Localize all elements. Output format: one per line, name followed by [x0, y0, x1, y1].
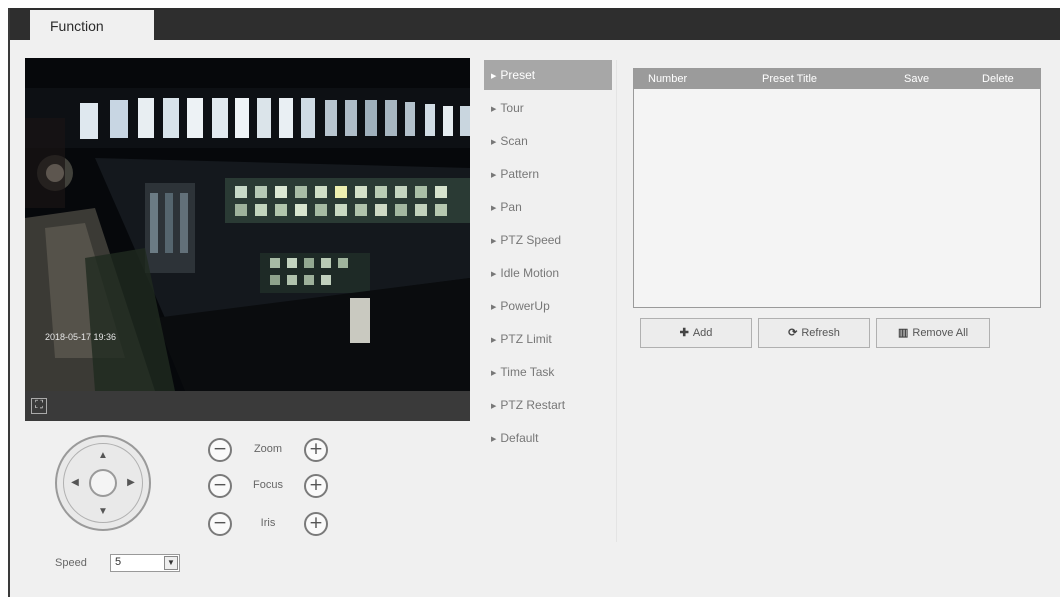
video-frame-image: 2018-05-17 19:36	[25, 58, 470, 391]
column-header-save: Save	[904, 73, 930, 85]
refresh-button[interactable]: ⟳ Refresh	[758, 318, 870, 348]
menu-item-label: PowerUp	[500, 299, 550, 313]
menu-item-preset[interactable]: ▶ Preset	[484, 60, 612, 90]
speed-value: 5	[115, 556, 122, 568]
column-header-preset-title: Preset Title	[762, 73, 818, 85]
triangle-right-icon: ▶	[491, 205, 497, 212]
menu-item-label: Preset	[500, 68, 536, 82]
zoom-control: − Zoom +	[208, 438, 348, 464]
triangle-right-icon: ▶	[491, 73, 497, 80]
menu-item-label: Idle Motion	[500, 266, 560, 280]
triangle-right-icon: ▶	[491, 337, 497, 344]
focus-near-button[interactable]: −	[208, 474, 232, 498]
chevron-down-icon[interactable]: ▼	[164, 556, 178, 570]
menu-item-label: PTZ Limit	[500, 332, 552, 346]
triangle-right-icon: ▶	[491, 106, 497, 113]
menu-item-ptz-speed[interactable]: ▶ PTZ Speed	[484, 225, 612, 258]
refresh-icon: ⟳	[788, 327, 798, 339]
menu-item-pattern[interactable]: ▶ Pattern	[484, 159, 612, 192]
menu-item-label: PTZ Speed	[500, 233, 562, 247]
menu-item-label: Default	[500, 431, 539, 445]
iris-close-button[interactable]: −	[208, 512, 232, 536]
video-toolbar: ⛶	[25, 391, 470, 421]
menu-item-default[interactable]: ▶ Default	[484, 423, 612, 456]
trash-icon: ▥	[897, 327, 909, 339]
menu-item-scan[interactable]: ▶ Scan	[484, 126, 612, 159]
menu-item-time-task[interactable]: ▶ Time Task	[484, 357, 612, 390]
menu-item-ptz-limit[interactable]: ▶ PTZ Limit	[484, 324, 612, 357]
triangle-right-icon: ▶	[491, 271, 497, 278]
dpad-center-button[interactable]	[89, 469, 117, 497]
arrow-up-icon[interactable]: ▲	[96, 449, 110, 463]
add-button-label: Add	[692, 327, 713, 339]
triangle-right-icon: ▶	[491, 238, 497, 245]
menu-item-label: Time Task	[500, 365, 555, 379]
menu-item-pan[interactable]: ▶ Pan	[484, 192, 612, 225]
menu-item-powerup[interactable]: ▶ PowerUp	[484, 291, 612, 324]
menu-divider	[616, 60, 617, 542]
triangle-right-icon: ▶	[491, 304, 497, 311]
plus-icon: ✚	[679, 327, 689, 339]
live-video[interactable]: 2018-05-17 19:36	[25, 58, 470, 391]
menu-item-ptz-restart[interactable]: ▶ PTZ Restart	[484, 390, 612, 423]
arrow-down-icon[interactable]: ▼	[96, 505, 110, 519]
fullscreen-icon[interactable]: ⛶	[31, 398, 47, 414]
tab-function[interactable]: Function	[30, 10, 154, 42]
menu-item-label: Pattern	[500, 167, 540, 181]
table-header: Number Preset Title Save Delete	[634, 69, 1040, 89]
menu-item-label: PTZ Restart	[500, 398, 566, 412]
tab-bar: Function	[10, 8, 1060, 42]
add-button[interactable]: ✚ Add	[640, 318, 752, 348]
column-header-number: Number	[648, 73, 688, 85]
speed-select[interactable]: 5 ▼	[110, 554, 180, 572]
svg-text:2018-05-17 19:36: 2018-05-17 19:36	[45, 332, 116, 342]
preset-table: Number Preset Title Save Delete	[633, 68, 1041, 308]
triangle-right-icon: ▶	[491, 370, 497, 377]
menu-item-label: Tour	[500, 101, 524, 115]
arrow-left-icon[interactable]: ◀	[68, 476, 82, 490]
triangle-right-icon: ▶	[491, 436, 497, 443]
iris-label: Iris	[260, 517, 276, 529]
speed-label: Speed	[55, 557, 87, 569]
column-header-delete: Delete	[982, 73, 1014, 85]
remove-all-button-label: Remove All	[912, 327, 969, 339]
function-menu: ▶ Preset ▶ Tour ▶ Scan ▶ Pattern ▶ Pan ▶ PTZ S…	[484, 60, 612, 456]
iris-control: − Iris +	[208, 512, 348, 538]
refresh-button-label: Refresh	[801, 327, 840, 339]
remove-all-button[interactable]: ▥ Remove All	[876, 318, 990, 348]
zoom-in-button[interactable]: +	[304, 438, 328, 462]
zoom-label: Zoom	[253, 443, 283, 455]
menu-item-tour[interactable]: ▶ Tour	[484, 93, 612, 126]
menu-item-label: Pan	[500, 200, 522, 214]
focus-far-button[interactable]: +	[304, 474, 328, 498]
menu-item-label: Scan	[500, 134, 528, 148]
arrow-right-icon[interactable]: ▶	[124, 476, 138, 490]
menu-item-idle-motion[interactable]: ▶ Idle Motion	[484, 258, 612, 291]
iris-open-button[interactable]: +	[304, 512, 328, 536]
triangle-right-icon: ▶	[491, 172, 497, 179]
focus-label: Focus	[253, 479, 283, 491]
triangle-right-icon: ▶	[491, 403, 497, 410]
triangle-right-icon: ▶	[491, 139, 497, 146]
ptz-direction-pad: ▲ ▼ ◀ ▶	[55, 435, 151, 531]
focus-control: − Focus +	[208, 474, 348, 500]
zoom-out-button[interactable]: −	[208, 438, 232, 462]
